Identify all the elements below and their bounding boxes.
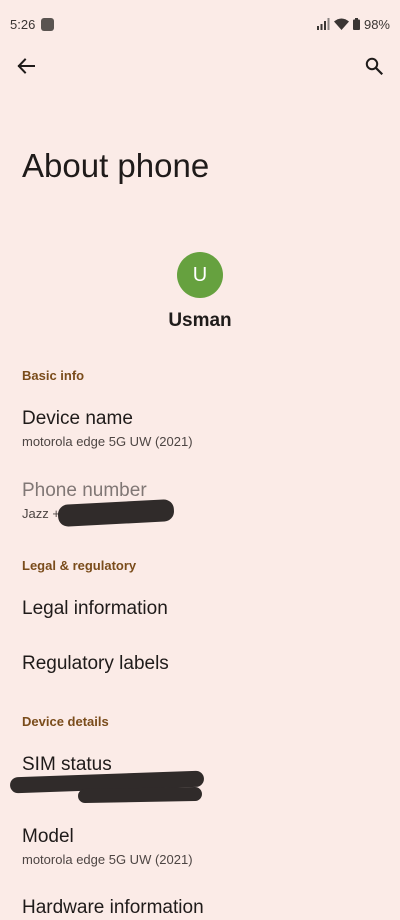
status-right: 98% xyxy=(316,16,390,32)
legal-information-title: Legal information xyxy=(22,598,168,619)
signal-icon xyxy=(316,18,330,30)
model-value: motorola edge 5G UW (2021) xyxy=(22,852,193,867)
device-name-value: motorola edge 5G UW (2021) xyxy=(22,434,193,449)
status-bar: 5:26 98% xyxy=(0,0,400,48)
notification-square-icon xyxy=(41,17,55,31)
status-time: 5:26 xyxy=(10,16,36,32)
hardware-information-item[interactable]: Hardware information xyxy=(22,896,378,920)
app-bar xyxy=(0,48,400,88)
section-header-legal: Legal & regulatory xyxy=(22,558,137,573)
wifi-icon xyxy=(333,18,349,30)
search-icon xyxy=(365,57,384,80)
page-title: About phone xyxy=(22,147,210,184)
avatar-letter: U xyxy=(192,263,208,286)
hardware-information-title: Hardware information xyxy=(22,897,204,918)
model-title: Model xyxy=(22,826,74,847)
avatar[interactable]: U xyxy=(177,252,223,298)
phone-number-title: Phone number xyxy=(22,480,147,501)
search-button[interactable] xyxy=(358,52,390,84)
section-header-device-details: Device details xyxy=(22,714,109,729)
section-header-basic-info: Basic info xyxy=(22,368,85,383)
status-left: 5:26 xyxy=(10,16,55,32)
profile-name: Usman xyxy=(168,310,232,331)
back-button[interactable] xyxy=(10,52,42,84)
battery-percent: 98% xyxy=(363,16,390,32)
device-name-title: Device name xyxy=(22,408,133,429)
battery-icon xyxy=(352,18,360,30)
device-name-item[interactable]: Device name motorola edge 5G UW (2021) xyxy=(22,407,378,451)
redaction-mark-sim-2 xyxy=(77,786,203,804)
regulatory-labels-title: Regulatory labels xyxy=(22,653,169,674)
legal-information-item[interactable]: Legal information xyxy=(22,597,378,621)
back-arrow-icon xyxy=(17,57,35,80)
profile: U Usman xyxy=(0,252,400,332)
regulatory-labels-item[interactable]: Regulatory labels xyxy=(22,652,378,676)
model-item[interactable]: Model motorola edge 5G UW (2021) xyxy=(22,825,378,869)
